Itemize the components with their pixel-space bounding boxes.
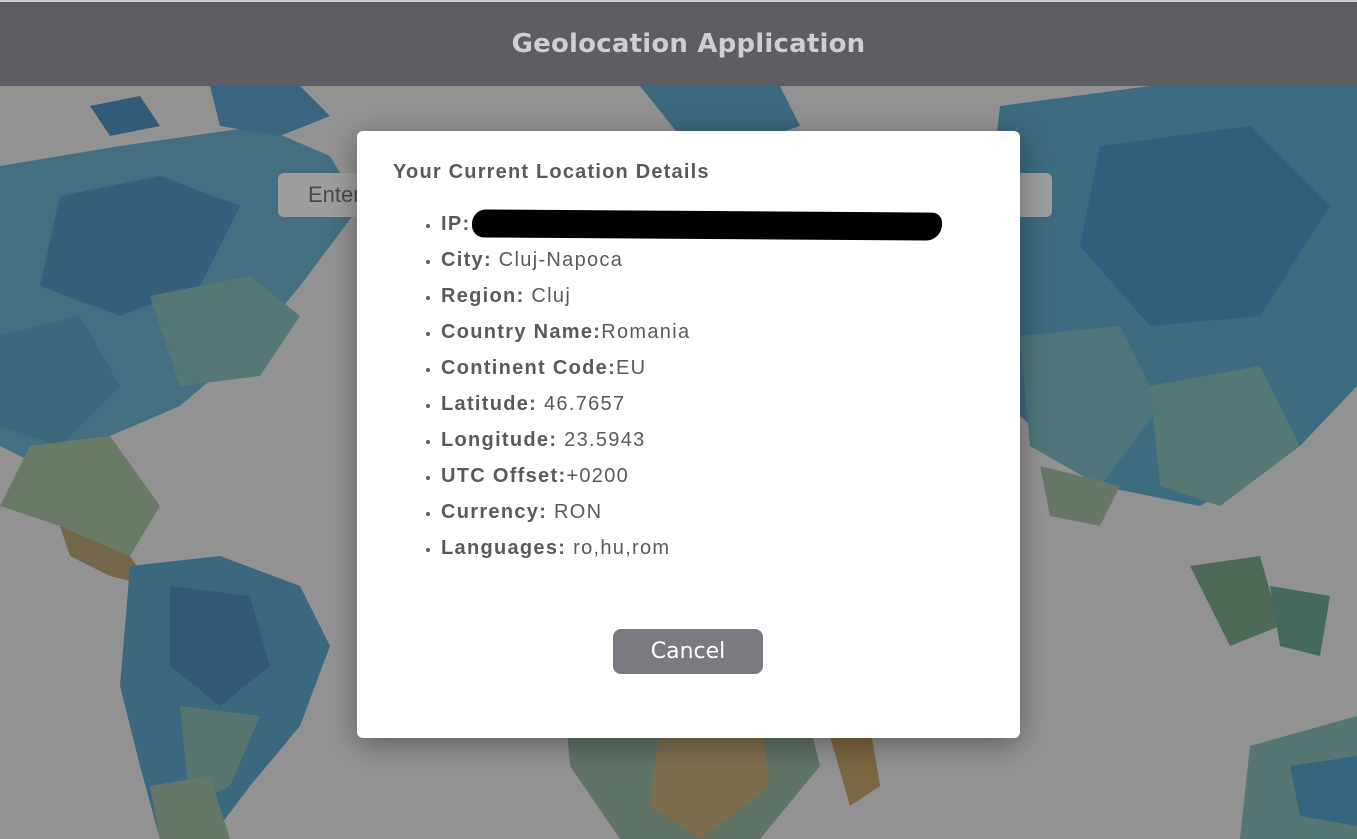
detail-item-currency: Currency: RON [441, 494, 942, 530]
detail-value: 23.5943 [557, 429, 646, 451]
detail-label: Continent Code: [441, 357, 617, 379]
redacted-ip-value [472, 209, 943, 241]
detail-item-utc-offset: UTC Offset:+0200 [441, 458, 942, 494]
detail-value: Romania [601, 321, 691, 343]
detail-label: Longitude: [441, 429, 558, 451]
modal-title: Your Current Location Details [393, 161, 710, 183]
detail-label: IP: [441, 213, 471, 235]
detail-label: UTC Offset: [441, 465, 567, 487]
detail-label: Country Name: [441, 321, 602, 343]
detail-item-country-name: Country Name:Romania [441, 314, 942, 350]
app-title: Geolocation Application [511, 29, 866, 59]
detail-value: EU [616, 357, 647, 379]
detail-item-latitude: Latitude: 46.7657 [441, 386, 942, 422]
detail-value: Cluj-Napoca [491, 249, 624, 271]
detail-label: Currency: [441, 501, 548, 523]
detail-value: RON [547, 501, 603, 523]
detail-label: City: [441, 249, 492, 271]
detail-value: +0200 [566, 465, 630, 487]
detail-item-languages: Languages: ro,hu,rom [441, 530, 942, 566]
detail-value: Cluj [524, 285, 572, 307]
detail-value: ro,hu,rom [566, 537, 671, 559]
detail-item-city: City: Cluj-Napoca [441, 242, 942, 278]
detail-label: Latitude: [441, 393, 538, 415]
detail-item-continent-code: Continent Code:EU [441, 350, 942, 386]
detail-item-ip: IP: [441, 206, 943, 242]
detail-value: 46.7657 [537, 393, 626, 415]
location-details-list: IP: City: Cluj-Napoca Region: Cluj Count… [441, 206, 943, 566]
cancel-button[interactable]: Cancel [613, 629, 763, 674]
detail-label: Languages: [441, 537, 567, 559]
location-details-modal: Your Current Location Details IP: City: … [357, 131, 1020, 738]
detail-item-region: Region: Cluj [441, 278, 942, 314]
detail-item-longitude: Longitude: 23.5943 [441, 422, 942, 458]
app-header: Geolocation Application [0, 0, 1357, 86]
detail-label: Region: [441, 285, 525, 307]
